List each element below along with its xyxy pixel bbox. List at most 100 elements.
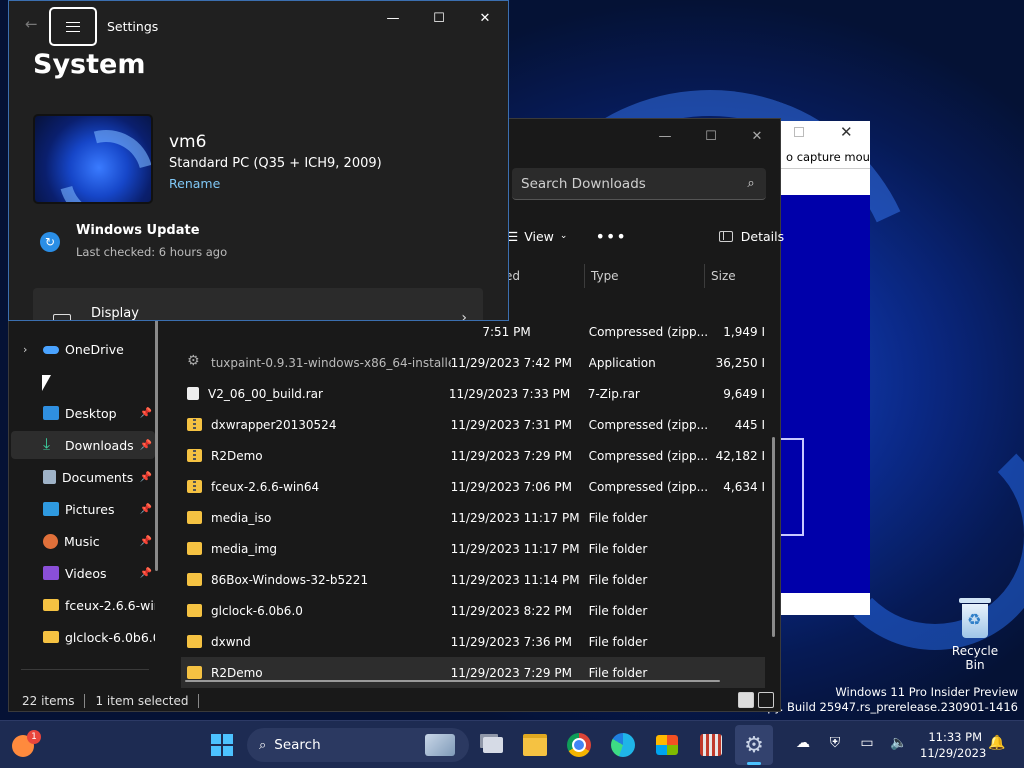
taskbar-search-label: Search [274, 737, 321, 753]
folder-icon [187, 542, 202, 555]
file-date: 11/29/2023 11:17 PM [450, 541, 580, 556]
file-name: dxwrapper20130524 [211, 417, 337, 432]
zip-folder-icon [187, 449, 202, 462]
file-type: Compressed (zipp... [588, 479, 709, 494]
nav-item-label: Music [64, 533, 100, 549]
table-row[interactable]: tuxpaint-0.9.31-windows-x86_64-installer… [181, 347, 765, 378]
search-icon[interactable]: ⌕ [736, 176, 766, 191]
table-row[interactable]: glclock-6.0b6.0 11/29/2023 8:22 PM File … [181, 595, 765, 626]
close-icon[interactable]: ✕ [462, 1, 508, 35]
file-explorer-icon[interactable] [521, 731, 549, 759]
minimize-icon[interactable]: — [642, 119, 688, 153]
details-pane-icon [718, 230, 733, 242]
application-icon [187, 353, 202, 369]
calculator-app-icon[interactable] [697, 731, 725, 759]
nav-item-onedrive[interactable]: › OneDrive [11, 335, 155, 363]
file-date: 11/29/2023 11:14 PM [450, 572, 580, 587]
rename-link[interactable]: Rename [169, 176, 220, 191]
onedrive-icon [43, 342, 59, 356]
taskbar-search[interactable]: ⌕ Search [247, 728, 469, 762]
folder-icon [187, 511, 202, 524]
nav-item-videos[interactable]: Videos 📌 [11, 559, 155, 587]
nav-item-folder[interactable]: fceux-2.6.6-win6 [11, 591, 155, 619]
table-row[interactable]: media_img 11/29/2023 11:17 PM File folde… [181, 533, 765, 564]
display-settings-card[interactable]: Display › [33, 288, 483, 321]
close-icon[interactable]: ✕ [840, 123, 853, 141]
settings-app-icon[interactable] [735, 725, 773, 765]
details-view-icon[interactable] [738, 692, 754, 708]
chevron-right-icon[interactable]: › [23, 343, 27, 356]
widgets-button[interactable]: 1 [10, 729, 41, 759]
horizontal-scrollbar[interactable] [185, 680, 720, 682]
maximize-icon[interactable]: ☐ [416, 1, 462, 35]
table-row[interactable]: 86Box-Windows-32-b5221 11/29/2023 11:14 … [181, 564, 765, 595]
table-row[interactable]: R2Demo 11/29/2023 7:29 PM Compressed (zi… [181, 440, 765, 471]
start-button[interactable] [211, 734, 233, 756]
nav-item-music[interactable]: Music 📌 [11, 527, 155, 555]
file-name: fceux-2.6.6-win64 [211, 479, 320, 494]
defender-icon[interactable]: ⛨ [826, 735, 844, 751]
folder-icon [43, 631, 59, 643]
minimize-icon[interactable]: — [370, 1, 416, 35]
view-button[interactable]: ☰ View ⌄ [507, 229, 567, 244]
nav-item-folder[interactable]: glclock-6.0b6.0 [11, 623, 155, 651]
more-options-button[interactable]: ••• [595, 227, 626, 246]
chevron-right-icon: › [461, 310, 467, 321]
edge-icon[interactable] [609, 731, 637, 759]
watermark-line: Windows 11 Pro Insider Preview [835, 685, 1018, 699]
status-bar: 22 items 1 item selected [9, 689, 780, 713]
archive-icon [187, 387, 199, 400]
chrome-icon[interactable] [565, 731, 593, 759]
table-row[interactable]: fceux-2.6.6-win64 11/29/2023 7:06 PM Com… [181, 471, 765, 502]
search-input[interactable]: Search Downloads ⌕ [512, 168, 766, 200]
table-row[interactable]: dxwnd 11/29/2023 7:36 PM File folder [181, 626, 765, 657]
file-type: 7-Zip.rar [587, 386, 640, 401]
details-pane-button[interactable]: Details [718, 229, 784, 244]
back-arrow-icon[interactable]: ← [25, 15, 38, 33]
tiles-view-icon[interactable] [758, 692, 774, 708]
nav-item-desktop[interactable]: Desktop 📌 [11, 399, 155, 427]
onedrive-tray-icon[interactable]: ☁ [794, 735, 812, 751]
table-row-selected[interactable]: R2Demo 11/29/2023 7:29 PM File folder [181, 657, 765, 688]
network-icon[interactable]: ▭ [858, 735, 876, 751]
volume-icon[interactable]: 🔈 [890, 735, 908, 751]
vm-screen[interactable] [780, 195, 870, 593]
windows-update-status: Last checked: 6 hours ago [76, 245, 228, 259]
nav-item-documents[interactable]: Documents 📌 [11, 463, 155, 491]
table-row[interactable]: V2_06_00_build.rar 11/29/2023 7:33 PM 7-… [181, 378, 765, 409]
notification-bell-icon[interactable]: 🔔 [988, 735, 1005, 751]
recycle-bin[interactable]: Recycle Bin [942, 596, 1008, 672]
settings-window[interactable]: ← Settings — ☐ ✕ System vm6 Standard PC … [8, 0, 509, 321]
explorer-toolbar: ☰ View ⌄ ••• Details [489, 219, 784, 253]
task-view-icon[interactable] [479, 731, 507, 759]
table-row[interactable]: dxwrapper20130524 11/29/2023 7:31 PM Com… [181, 409, 765, 440]
recycle-bin-icon [958, 596, 992, 638]
nav-item-pictures[interactable]: Pictures 📌 [11, 495, 155, 523]
zip-folder-icon [187, 418, 202, 431]
nav-divider [21, 669, 149, 670]
navigation-menu-button[interactable] [49, 7, 97, 46]
pin-icon: 📌 [139, 471, 153, 483]
nav-scrollbar[interactable] [155, 315, 158, 571]
windows-update-title[interactable]: Windows Update [76, 223, 200, 238]
windows-update-icon: ↻ [40, 232, 60, 252]
nav-item-downloads[interactable]: Downloads 📌 [11, 431, 155, 459]
vertical-scrollbar[interactable] [772, 437, 775, 637]
clock-date: 11/29/2023 [920, 746, 987, 760]
file-date: 11/29/2023 7:33 PM [448, 386, 571, 401]
microsoft-store-icon[interactable] [653, 731, 681, 759]
notification-badge: 1 [27, 730, 41, 744]
file-icon [187, 325, 202, 338]
table-row[interactable]: media_iso 11/29/2023 11:17 PM File folde… [181, 502, 765, 533]
folder-icon [187, 573, 202, 586]
vm-titlebar[interactable]: ✕ [776, 121, 870, 145]
maximize-icon[interactable]: ☐ [688, 119, 734, 153]
download-icon [43, 434, 59, 454]
video-icon [43, 566, 59, 580]
close-icon[interactable]: ✕ [734, 119, 780, 153]
system-clock[interactable]: 11:33 PM 11/29/2023 [920, 729, 987, 761]
page-title: System [33, 49, 146, 80]
view-label: View [524, 228, 554, 244]
maximize-icon[interactable] [794, 127, 804, 137]
vm-window[interactable]: ✕ o capture mouse [776, 121, 870, 615]
